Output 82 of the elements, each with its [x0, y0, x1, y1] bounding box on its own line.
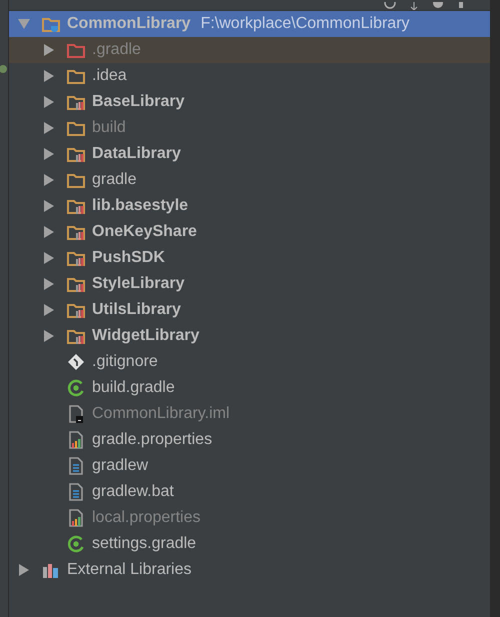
- item-label: StyleLibrary: [92, 274, 184, 294]
- module-folder-icon: [67, 145, 85, 163]
- expand-arrow-icon[interactable]: [43, 226, 55, 238]
- item-label: gradle.properties: [92, 430, 212, 450]
- tree-row[interactable]: lib.basestyle: [9, 193, 490, 219]
- item-label: CommonLibrary.iml: [92, 404, 230, 424]
- git-icon: [67, 353, 85, 371]
- folder-icon: [67, 171, 85, 189]
- tree-row[interactable]: UtilsLibrary: [9, 297, 490, 323]
- tree-row[interactable]: build.gradle: [9, 375, 490, 401]
- item-label: CommonLibrary: [67, 14, 191, 34]
- tree-row[interactable]: local.properties: [9, 505, 490, 531]
- properties-file-icon: [67, 431, 85, 449]
- tree-row[interactable]: gradlew.bat: [9, 479, 490, 505]
- properties-file-icon: [67, 509, 85, 527]
- item-label: .idea: [92, 66, 127, 86]
- tree-row[interactable]: .gitignore: [9, 349, 490, 375]
- item-label: gradle: [92, 170, 136, 190]
- item-label: WidgetLibrary: [92, 326, 200, 346]
- folder-icon: [67, 41, 85, 59]
- tree-row[interactable]: DataLibrary: [9, 141, 490, 167]
- item-label: .gitignore: [92, 352, 158, 372]
- expand-arrow-icon[interactable]: [43, 174, 55, 186]
- expand-arrow-icon[interactable]: [43, 96, 55, 108]
- expand-arrow-icon[interactable]: [43, 70, 55, 82]
- expand-arrow-icon[interactable]: [43, 304, 55, 316]
- file-icon: [67, 405, 85, 423]
- item-label: lib.basestyle: [92, 196, 188, 216]
- project-folder-icon: [42, 15, 60, 33]
- gradle-icon: [67, 379, 85, 397]
- expand-arrow-icon[interactable]: [43, 330, 55, 342]
- item-label: DataLibrary: [92, 144, 181, 164]
- gradle-icon: [67, 535, 85, 553]
- tree-row[interactable]: CommonLibrary F:\workplace\CommonLibrary: [9, 11, 490, 37]
- tree-row[interactable]: StyleLibrary: [9, 271, 490, 297]
- expand-arrow-icon[interactable]: [43, 200, 55, 212]
- project-path: F:\workplace\CommonLibrary: [200, 14, 410, 34]
- tree-row[interactable]: OneKeyShare: [9, 219, 490, 245]
- folder-icon: [67, 67, 85, 85]
- text-file-icon: [67, 457, 85, 475]
- module-folder-icon: [67, 197, 85, 215]
- collapse-icon[interactable]: [410, 2, 418, 10]
- item-label: PushSDK: [92, 248, 165, 268]
- module-folder-icon: [67, 275, 85, 293]
- expand-arrow-icon[interactable]: [43, 44, 55, 56]
- tree-row[interactable]: WidgetLibrary: [9, 323, 490, 349]
- module-folder-icon: [67, 327, 85, 345]
- item-label: build: [92, 118, 126, 138]
- expand-arrow-icon[interactable]: [43, 122, 55, 134]
- item-label: build.gradle: [92, 378, 175, 398]
- text-file-icon: [67, 483, 85, 501]
- tree-row[interactable]: BaseLibrary: [9, 89, 490, 115]
- item-label: OneKeyShare: [92, 222, 197, 242]
- module-folder-icon: [67, 93, 85, 111]
- item-label: gradlew.bat: [92, 482, 174, 502]
- module-folder-icon: [67, 301, 85, 319]
- tree-row[interactable]: CommonLibrary.iml: [9, 401, 490, 427]
- tool-window-strip-icon[interactable]: [0, 62, 8, 76]
- tree-row[interactable]: .idea: [9, 63, 490, 89]
- tree-row[interactable]: build: [9, 115, 490, 141]
- tree-row[interactable]: gradlew: [9, 453, 490, 479]
- tree-row[interactable]: PushSDK: [9, 245, 490, 271]
- expand-arrow-icon[interactable]: [43, 252, 55, 264]
- item-label: External Libraries: [67, 560, 192, 580]
- expand-arrow-icon[interactable]: [18, 564, 30, 576]
- item-label: UtilsLibrary: [92, 300, 181, 320]
- expand-arrow-icon[interactable]: [43, 278, 55, 290]
- expand-arrow-icon[interactable]: [43, 148, 55, 160]
- folder-icon: [67, 119, 85, 137]
- libraries-icon: [42, 561, 60, 579]
- pin-icon[interactable]: [458, 2, 464, 10]
- tree-row[interactable]: External Libraries: [9, 557, 490, 583]
- item-label: gradlew: [92, 456, 148, 476]
- item-label: .gradle: [92, 40, 141, 60]
- tree-row[interactable]: settings.gradle: [9, 531, 490, 557]
- module-folder-icon: [67, 223, 85, 241]
- item-label: settings.gradle: [92, 534, 196, 554]
- item-label: BaseLibrary: [92, 92, 184, 112]
- tree-row[interactable]: gradle.properties: [9, 427, 490, 453]
- item-label: local.properties: [92, 508, 200, 528]
- module-folder-icon: [67, 249, 85, 267]
- tree-row[interactable]: gradle: [9, 167, 490, 193]
